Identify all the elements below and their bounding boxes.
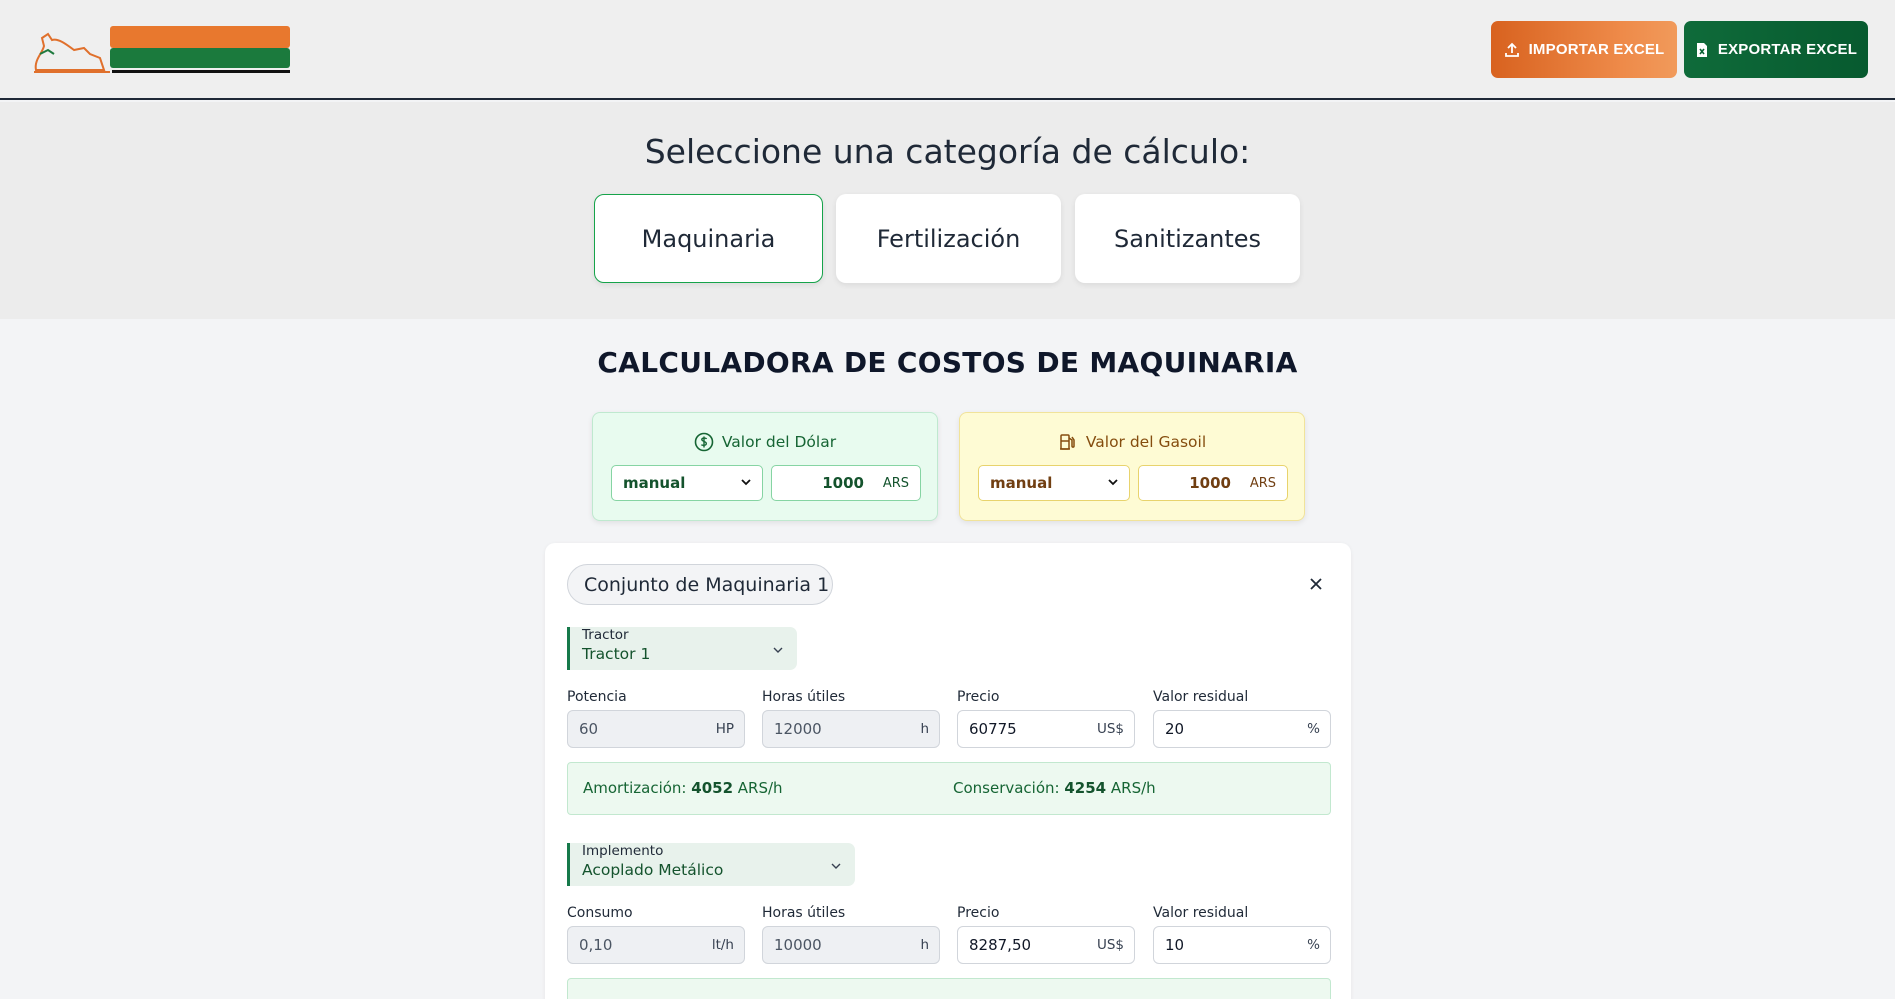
tractor-select-label: Tractor bbox=[582, 627, 629, 643]
impl-precio-label: Precio bbox=[957, 905, 1000, 921]
tractor-select-value: Tractor 1 bbox=[582, 645, 651, 663]
gasoil-value-input[interactable]: 1000 ARS bbox=[1138, 465, 1288, 501]
consumo-unit: lt/h bbox=[711, 937, 734, 953]
category-title: Seleccione una categoría de cálculo: bbox=[644, 132, 1251, 171]
set-name-value: Conjunto de Maquinaria 1 bbox=[584, 573, 830, 596]
gasoil-unit: ARS bbox=[1249, 476, 1276, 491]
horas-utiles-field: 12000 h bbox=[762, 710, 940, 748]
dolar-header: Valor del Dólar bbox=[593, 432, 937, 452]
import-excel-label: IMPORTAR EXCEL bbox=[1528, 41, 1665, 58]
conservacion-unit: ARS/h bbox=[1110, 779, 1156, 797]
impl-precio-unit: US$ bbox=[1096, 937, 1124, 953]
machinery-set-card: Conjunto de Maquinaria 1 Tractor Tractor… bbox=[545, 543, 1351, 999]
gasoil-header: Valor del Gasoil bbox=[960, 432, 1304, 452]
dollar-circle-icon bbox=[694, 432, 714, 452]
chevron-down-icon bbox=[773, 647, 783, 653]
implemento-select-label: Implemento bbox=[582, 843, 664, 859]
dolar-mode-value: manual bbox=[623, 474, 686, 492]
precio-field[interactable]: 60775 US$ bbox=[957, 710, 1135, 748]
upload-icon bbox=[1504, 42, 1519, 57]
consumo-value: 0,10 bbox=[579, 936, 613, 954]
amortizacion-value: 4052 bbox=[691, 779, 734, 797]
app-header: IMPORTAR EXCEL EXPORTAR EXCEL bbox=[0, 0, 1895, 100]
dolar-mode-select[interactable]: manual bbox=[611, 465, 763, 501]
gasoil-mode-value: manual bbox=[990, 474, 1053, 492]
valor-residual-unit: % bbox=[1307, 721, 1320, 737]
tractor-results: Amortización: 4052 ARS/h Conservación: 4… bbox=[567, 762, 1331, 815]
potencia-field: 60 HP bbox=[567, 710, 745, 748]
amortizacion-label: Amortización: bbox=[583, 779, 687, 797]
category-maquinaria[interactable]: Maquinaria bbox=[594, 194, 823, 283]
category-label: Maquinaria bbox=[641, 224, 776, 253]
chevron-down-icon bbox=[831, 863, 841, 869]
impl-horas-utiles-field: 10000 h bbox=[762, 926, 940, 964]
consumo-label: Consumo bbox=[567, 905, 633, 921]
chevron-down-icon bbox=[1108, 479, 1118, 486]
dolar-value: 1000 bbox=[822, 474, 864, 492]
implemento-select-value: Acoplado Metálico bbox=[582, 861, 724, 879]
chevron-down-icon bbox=[741, 479, 751, 486]
horas-utiles-unit: h bbox=[920, 721, 929, 737]
implemento-results bbox=[567, 978, 1331, 999]
gasoil-value-card: Valor del Gasoil manual 1000 ARS bbox=[959, 412, 1305, 521]
impl-horas-utiles-value: 10000 bbox=[774, 936, 822, 954]
dolar-unit: ARS bbox=[882, 476, 909, 491]
dolar-value-input[interactable]: 1000 ARS bbox=[771, 465, 921, 501]
fuel-pump-icon bbox=[1059, 434, 1075, 450]
amortizacion-result: Amortización: 4052 ARS/h bbox=[583, 779, 783, 797]
precio-unit: US$ bbox=[1096, 721, 1124, 737]
export-excel-label: EXPORTAR EXCEL bbox=[1717, 41, 1858, 58]
sipan-logo[interactable] bbox=[30, 20, 300, 78]
excel-file-icon bbox=[1696, 42, 1707, 57]
set-name-input[interactable]: Conjunto de Maquinaria 1 bbox=[567, 564, 833, 605]
export-excel-button[interactable]: EXPORTAR EXCEL bbox=[1684, 21, 1868, 78]
category-label: Fertilización bbox=[876, 224, 1021, 253]
impl-precio-field[interactable]: 8287,50 US$ bbox=[957, 926, 1135, 964]
category-section: Seleccione una categoría de cálculo: Maq… bbox=[0, 102, 1895, 319]
impl-precio-value: 8287,50 bbox=[969, 936, 1032, 954]
gasoil-label: Valor del Gasoil bbox=[1085, 433, 1207, 451]
calculator-title: CALCULADORA DE COSTOS DE MAQUINARIA bbox=[597, 346, 1298, 379]
horas-utiles-label: Horas útiles bbox=[762, 689, 846, 705]
impl-horas-utiles-unit: h bbox=[920, 937, 929, 953]
dolar-label: Valor del Dólar bbox=[721, 433, 837, 451]
category-label: Sanitizantes bbox=[1113, 224, 1262, 253]
amortizacion-unit: ARS/h bbox=[737, 779, 783, 797]
category-sanitizantes[interactable]: Sanitizantes bbox=[1075, 194, 1300, 283]
precio-value: 60775 bbox=[969, 720, 1017, 738]
impl-horas-utiles-label: Horas útiles bbox=[762, 905, 846, 921]
import-excel-button[interactable]: IMPORTAR EXCEL bbox=[1491, 21, 1677, 78]
valor-residual-field[interactable]: 20 % bbox=[1153, 710, 1331, 748]
close-icon[interactable] bbox=[1305, 573, 1327, 595]
dolar-value-card: Valor del Dólar manual 1000 ARS bbox=[592, 412, 938, 521]
conservacion-value: 4254 bbox=[1064, 779, 1107, 797]
impl-valor-residual-field[interactable]: 10 % bbox=[1153, 926, 1331, 964]
conservacion-result: Conservación: 4254 ARS/h bbox=[953, 779, 1156, 797]
category-fertilizacion[interactable]: Fertilización bbox=[836, 194, 1061, 283]
potencia-value: 60 bbox=[579, 720, 599, 738]
conservacion-label: Conservación: bbox=[953, 779, 1060, 797]
potencia-unit: HP bbox=[715, 721, 734, 737]
gasoil-value: 1000 bbox=[1189, 474, 1231, 492]
impl-valor-residual-value: 10 bbox=[1165, 936, 1185, 954]
precio-label: Precio bbox=[957, 689, 1000, 705]
implemento-select[interactable]: Implemento Acoplado Metálico bbox=[567, 843, 855, 886]
valor-residual-value: 20 bbox=[1165, 720, 1185, 738]
tractor-select[interactable]: Tractor Tractor 1 bbox=[567, 627, 797, 670]
impl-valor-residual-unit: % bbox=[1307, 937, 1320, 953]
valor-residual-label: Valor residual bbox=[1153, 689, 1249, 705]
consumo-field: 0,10 lt/h bbox=[567, 926, 745, 964]
potencia-label: Potencia bbox=[567, 689, 627, 705]
impl-valor-residual-label: Valor residual bbox=[1153, 905, 1249, 921]
gasoil-mode-select[interactable]: manual bbox=[978, 465, 1130, 501]
horas-utiles-value: 12000 bbox=[774, 720, 822, 738]
